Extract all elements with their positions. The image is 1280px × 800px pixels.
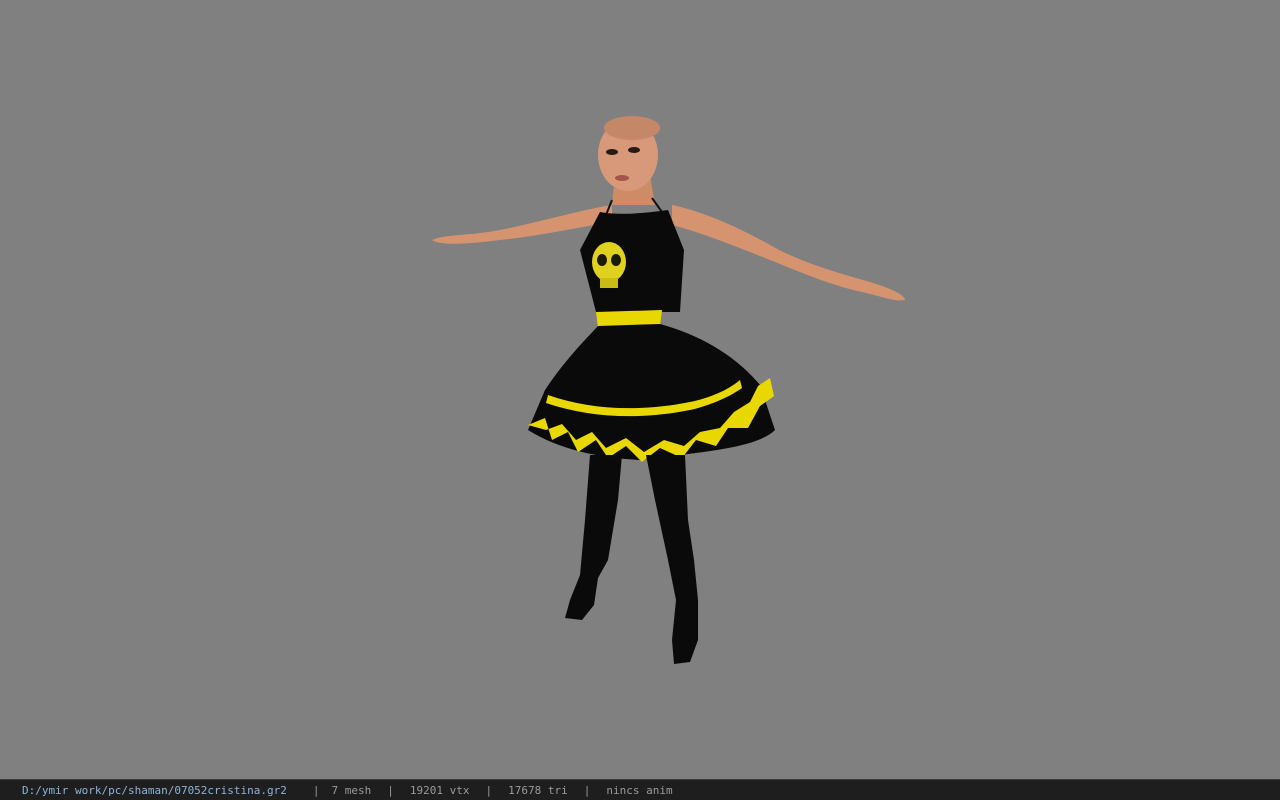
- triangle-count: 17678 tri: [508, 783, 568, 797]
- status-separator: |: [485, 783, 493, 797]
- mouth: [615, 175, 629, 181]
- left-eye: [606, 149, 618, 155]
- vertex-count: 19201 vtx: [409, 783, 470, 797]
- right-eye: [628, 147, 640, 153]
- character-model: [432, 116, 905, 664]
- right-boot: [646, 455, 698, 664]
- status-separator: |: [583, 783, 591, 797]
- skirt: [528, 324, 775, 460]
- mesh-count: 7 mesh: [331, 783, 372, 797]
- status-bar: D:/ymir work/pc/shaman/07052cristina.gr2…: [0, 779, 1280, 800]
- file-path: D:/ymir work/pc/shaman/07052cristina.gr2: [22, 783, 287, 797]
- animation-status: nincs anim: [606, 783, 673, 797]
- hair: [604, 116, 660, 140]
- left-boot: [565, 455, 622, 620]
- status-separator: |: [312, 783, 320, 797]
- right-arm: [672, 205, 905, 301]
- 3d-viewport[interactable]: [0, 0, 1280, 779]
- status-separator: |: [387, 783, 394, 797]
- left-arm: [432, 205, 612, 244]
